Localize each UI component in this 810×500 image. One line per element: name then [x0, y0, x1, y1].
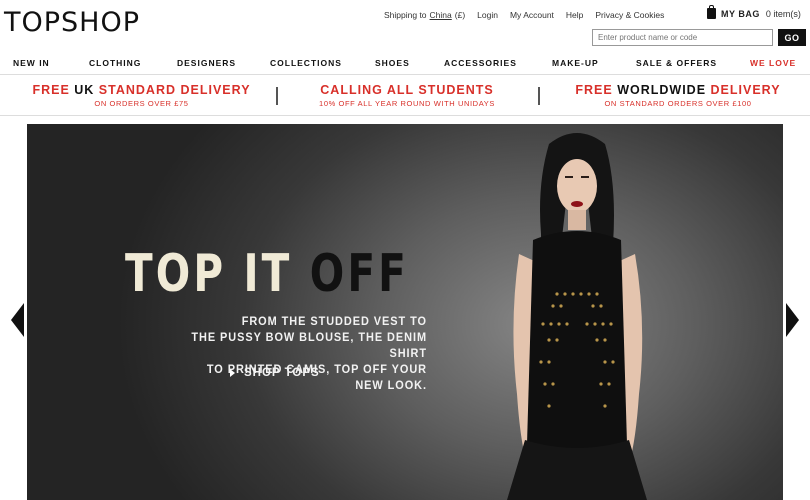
hero-title-light: TOP IT [125, 244, 310, 304]
hero-copy-line: THE PUSSY BOW BLOUSE, THE DENIM SHIRT [191, 332, 427, 360]
topshop-logo[interactable]: TOPSHOP [4, 7, 140, 38]
promo-worldwide-title: FREE WORLDWIDE DELIVERY [568, 83, 788, 97]
promo-students-subtitle: 10% OFF ALL YEAR ROUND WITH UNIDAYS [319, 99, 495, 108]
shopping-bag-icon [707, 5, 716, 19]
nav-item-we-love[interactable]: WE LOVE [750, 58, 796, 68]
nav-item-sale-offers[interactable]: SALE & OFFERS [636, 58, 717, 68]
promo-uk-delivery[interactable]: FREE UK STANDARD DELIVERY ON ORDERS OVER… [25, 83, 258, 108]
promo-worldwide-delivery[interactable]: FREE WORLDWIDE DELIVERY ON STANDARD ORDE… [568, 83, 788, 108]
search-go-button[interactable]: GO [778, 29, 806, 46]
shop-tops-label: SHOP TOPS [244, 367, 320, 379]
shipping-currency: (£) [454, 10, 466, 20]
play-arrow-icon [230, 369, 235, 377]
login-link[interactable]: Login [477, 10, 498, 20]
carousel-prev-arrow-icon[interactable] [11, 303, 24, 337]
main-nav: NEW IN CLOTHING DESIGNERS COLLECTIONS SH… [0, 51, 810, 75]
nav-item-accessories[interactable]: ACCESSORIES [444, 58, 517, 68]
promo-divider [538, 87, 540, 105]
promo-worldwide-title-free: FREE [575, 83, 618, 97]
hero-title: TOP IT OFF [125, 248, 409, 300]
promo-worldwide-title-rest: DELIVERY [710, 83, 781, 97]
shop-tops-link[interactable]: SHOP TOPS [230, 367, 320, 379]
my-bag[interactable]: MY BAG 0 item(s) [707, 5, 801, 19]
promo-uk-subtitle: ON ORDERS OVER £75 [94, 99, 189, 108]
promo-strip: FREE UK STANDARD DELIVERY ON ORDERS OVER… [0, 78, 810, 116]
promo-worldwide-title-worldwide: WORLDWIDE [617, 83, 711, 97]
help-link[interactable]: Help [566, 10, 583, 20]
utility-bar: Shipping to China (£) Login My Account Hel… [384, 10, 676, 20]
promo-divider [276, 87, 278, 105]
search-input[interactable] [592, 29, 773, 46]
hero-title-dark: OFF [309, 244, 409, 304]
nav-item-shoes[interactable]: SHOES [375, 58, 410, 68]
bag-label: MY BAG [721, 8, 760, 19]
nav-item-collections[interactable]: COLLECTIONS [270, 58, 342, 68]
promo-students[interactable]: CALLING ALL STUDENTS 10% OFF ALL YEAR RO… [296, 83, 518, 108]
nav-item-new-in[interactable]: NEW IN [13, 58, 50, 68]
hero-copy-line: FROM THE STUDDED VEST TO [241, 316, 427, 328]
promo-worldwide-subtitle: ON STANDARD ORDERS OVER £100 [604, 99, 752, 108]
hero-banner[interactable]: TOP IT OFF FROM THE STUDDED VEST TO THE … [27, 124, 783, 500]
promo-students-title: CALLING ALL STUDENTS [320, 83, 494, 97]
shipping-prefix: Shipping to [384, 10, 427, 20]
shipping-country[interactable]: China [430, 10, 452, 20]
carousel-next-arrow-icon[interactable] [786, 303, 799, 337]
privacy-cookies-link[interactable]: Privacy & Cookies [595, 10, 664, 20]
promo-uk-title-uk: UK [74, 83, 99, 97]
promo-uk-title-rest: STANDARD DELIVERY [98, 83, 251, 97]
nav-item-make-up[interactable]: MAKE-UP [552, 58, 599, 68]
hero-copy: FROM THE STUDDED VEST TO THE PUSSY BOW B… [180, 314, 427, 394]
promo-uk-title-free: FREE [32, 83, 75, 97]
nav-item-designers[interactable]: DESIGNERS [177, 58, 236, 68]
bag-item-count: 0 item(s) [765, 8, 801, 19]
shipping-selector[interactable]: Shipping to China (£) [384, 10, 465, 20]
hero-model-image [507, 133, 647, 500]
nav-item-clothing[interactable]: CLOTHING [89, 58, 141, 68]
promo-uk-title: FREE UK STANDARD DELIVERY [25, 83, 258, 97]
my-account-link[interactable]: My Account [510, 10, 554, 20]
